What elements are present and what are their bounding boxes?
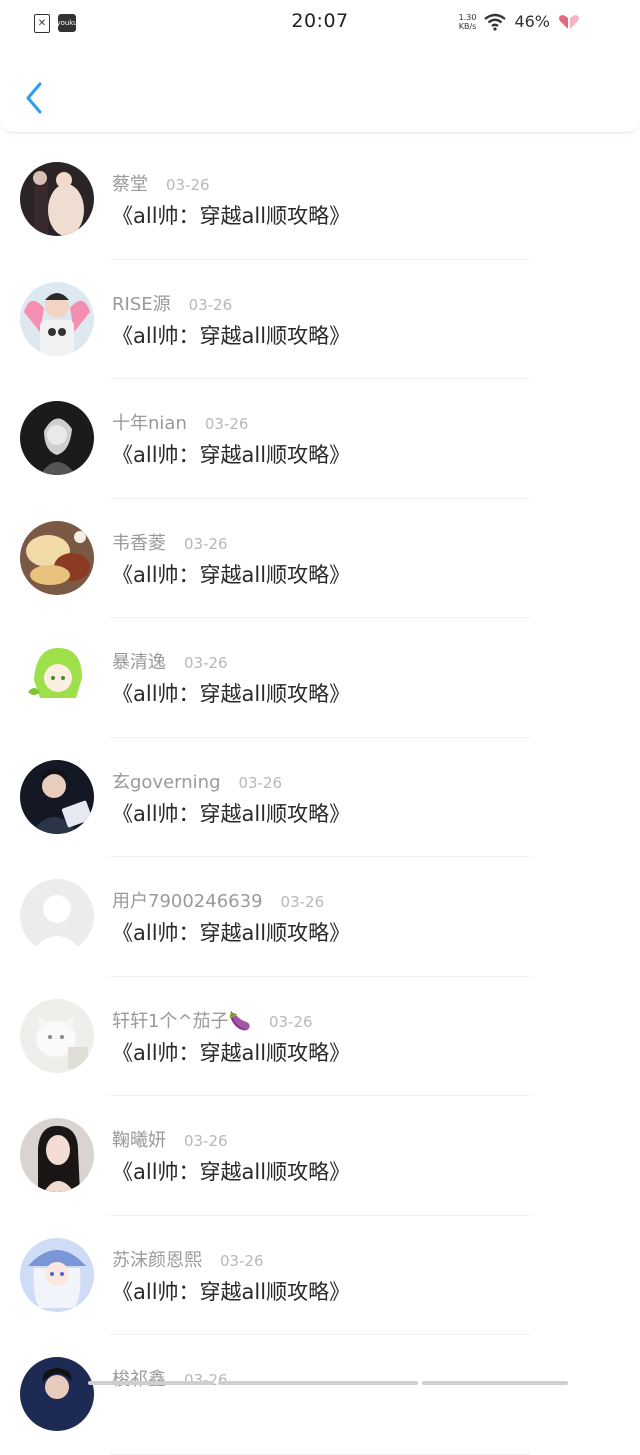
item-title: 《all帅：穿越all顺攻略》 [112, 1040, 351, 1065]
avatar[interactable] [20, 1357, 94, 1431]
list-item[interactable]: 用户7900246639 03-26 《all帅：穿越all顺攻略》 [0, 857, 640, 977]
user-name: RISE源 [112, 293, 171, 315]
item-title: 《all帅：穿越all顺攻略》 [112, 1279, 351, 1304]
post-date: 03-26 [238, 773, 283, 792]
item-title: 《all帅：穿越all顺攻略》 [112, 562, 351, 587]
list-item[interactable]: 苏沫颜恩熙 03-26 《all帅：穿越all顺攻略》 [0, 1216, 640, 1336]
post-date: 03-26 [184, 1371, 228, 1389]
list-item[interactable]: RISE源 03-26 《all帅：穿越all顺攻略》 [0, 260, 640, 380]
post-date: 03-26 [166, 176, 210, 194]
avatar[interactable] [20, 998, 94, 1073]
user-name: 玄governing [112, 771, 221, 793]
user-name: 蔡堂 [112, 174, 148, 195]
net-speed: 1.30 KB/s [459, 13, 477, 31]
list-item[interactable]: 暴清逸 03-26 《all帅：穿越all顺攻略》 [0, 618, 640, 738]
list-item[interactable]: 玄governing 03-26 《all帅：穿越all顺攻略》 [0, 738, 640, 858]
battery-heart-icon [559, 14, 579, 29]
avatar[interactable] [20, 1118, 94, 1192]
battery-percent: 46% [514, 12, 550, 31]
item-title: 《all帅：穿越all顺攻略》 [112, 204, 351, 228]
post-date: 03-26 [280, 893, 325, 911]
post-date: 03-26 [220, 1251, 264, 1270]
status-right-icons: 1.30 KB/s 46% [459, 12, 580, 31]
back-arrow-icon[interactable] [22, 80, 48, 116]
avatar[interactable] [20, 520, 94, 595]
list-item[interactable]: 梭祁鑫 03-26 [0, 1335, 640, 1455]
user-name: 苏沫颜恩熙 [112, 1249, 202, 1271]
item-title: 《all帅：穿越all顺攻略》 [112, 801, 351, 826]
avatar[interactable] [20, 879, 94, 953]
avatar[interactable] [20, 401, 94, 475]
avatar[interactable] [20, 1237, 94, 1312]
user-list: 蔡堂 03-26 《all帅：穿越all顺攻略》 RISE源 03-26 《all帅… [0, 140, 640, 1455]
avatar[interactable] [20, 281, 94, 356]
item-title: 《all帅：穿越all顺攻略》 [112, 1160, 351, 1184]
item-title: 《all帅：穿越all顺攻略》 [112, 682, 351, 706]
user-name: 鞠曦妍 [112, 1130, 166, 1151]
list-item[interactable]: 轩轩1个^茄子🍆 03-26 《all帅：穿越all顺攻略》 [0, 977, 640, 1097]
net-speed-unit: KB/s [458, 21, 477, 31]
list-item[interactable]: 蔡堂 03-26 《all帅：穿越all顺攻略》 [0, 140, 640, 260]
post-date: 03-26 [188, 295, 233, 314]
status-bar: ✕ youku 20:07 1.30 KB/s 46% [0, 0, 640, 46]
user-name: 韦香菱 [112, 532, 166, 554]
post-date: 03-26 [204, 415, 249, 433]
avatar[interactable] [20, 759, 94, 834]
user-name: 十年nian [112, 413, 187, 434]
list-item[interactable]: 鞠曦妍 03-26 《all帅：穿越all顺攻略》 [0, 1096, 640, 1216]
item-title: 《all帅：穿越all顺攻略》 [112, 443, 351, 467]
post-date: 03-26 [184, 1132, 228, 1150]
net-speed-value: 1.30 [458, 12, 477, 22]
user-name: 暴清逸 [112, 652, 166, 673]
post-date: 03-26 [184, 654, 228, 672]
post-date: 03-26 [268, 1012, 313, 1031]
avatar[interactable] [20, 162, 94, 236]
list-item[interactable]: 韦香菱 03-26 《all帅：穿越all顺攻略》 [0, 499, 640, 619]
item-title: 《all帅：穿越all顺攻略》 [112, 323, 351, 348]
wifi-icon [484, 13, 507, 31]
nav-header [0, 46, 640, 133]
post-date: 03-26 [184, 534, 228, 553]
item-title: 《all帅：穿越all顺攻略》 [112, 921, 351, 945]
avatar[interactable] [20, 640, 94, 714]
user-name: 用户7900246639 [112, 891, 263, 912]
scroll-indicator [88, 1381, 568, 1385]
list-item[interactable]: 十年nian 03-26 《all帅：穿越all顺攻略》 [0, 379, 640, 499]
user-name: 轩轩1个^茄子🍆 [112, 1010, 251, 1032]
